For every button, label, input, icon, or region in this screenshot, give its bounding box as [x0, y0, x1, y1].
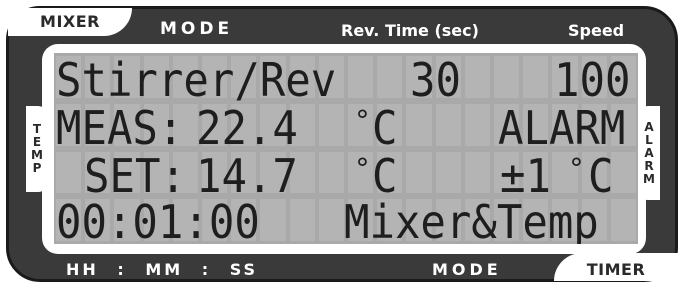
lcd-operating-mode: Mixer&Temp: [344, 195, 599, 244]
lcd-char-cell: [435, 103, 461, 146]
mixer-tab: MIXER: [8, 8, 132, 36]
lcd-alarm-status: ALARM: [498, 101, 626, 155]
lcd-char-cell: [318, 151, 344, 194]
lcd-char-cell: [494, 56, 520, 98]
lcd-char-cell: [348, 56, 374, 98]
lcd-alarm-band: ±1: [500, 149, 551, 203]
rev-time-label: Rev. Time (sec): [341, 21, 479, 40]
mode-label-bottom: MODE: [432, 260, 502, 279]
lcd-char-cell: [318, 199, 344, 241]
speed-label: Speed: [568, 21, 625, 40]
mode-label-top: MODE: [160, 19, 234, 39]
lcd-char-cell: [406, 151, 432, 194]
lcd-alarm-unit: C: [588, 149, 614, 203]
lcd-char-cell: [523, 56, 549, 98]
time-format-label: HH : MM : SS: [66, 260, 259, 279]
lcd-set-value: 14.7: [196, 149, 298, 203]
lcd-char-cell: [56, 151, 82, 194]
lcd-char-cell: [318, 103, 344, 146]
timer-tab: TIMER: [554, 253, 678, 281]
lcd-char-cell: [377, 56, 403, 98]
lcd-rev-time-value: 30: [410, 53, 461, 107]
lcd-char-cell: [435, 151, 461, 194]
lcd-char-cell: [406, 103, 432, 146]
lcd-char-cell: [289, 199, 315, 241]
alarm-side-label: A L A R M: [638, 106, 660, 200]
alarm-letter: M: [643, 171, 655, 186]
lcd-display: Stirrer/Rev 30 100 MEAS: 22.4 ° C ALARM …: [54, 53, 638, 244]
lcd-alarm-degree: °: [568, 152, 585, 185]
lcd-set-label: SET:: [84, 149, 186, 203]
temp-side-label: T E M P: [26, 106, 48, 192]
lcd-char-cell: [610, 199, 636, 241]
temp-letter: P: [32, 161, 42, 175]
lcd-meas-unit: C: [372, 101, 398, 155]
timer-tab-label: TIMER: [586, 259, 646, 279]
lcd-char-cell: [464, 151, 490, 194]
lcd-meas-degree: °: [354, 104, 371, 137]
alarm-letter: L: [645, 132, 653, 147]
lcd-char-cell: [464, 56, 490, 98]
alarm-letter: A: [644, 119, 654, 134]
alarm-letter: R: [644, 158, 654, 173]
lcd-char-cell: [260, 199, 286, 241]
lcd-mode-value: Stirrer/Rev: [56, 53, 337, 107]
lcd-char-cell: [464, 103, 490, 146]
lcd-meas-value: 22.4: [196, 101, 298, 155]
mixer-tab-label: MIXER: [40, 11, 100, 31]
lcd-timer-value: 00:01:00: [56, 195, 260, 244]
lcd-speed-value: 100: [554, 53, 631, 107]
lcd-meas-label: MEAS:: [56, 101, 184, 155]
lcd-set-degree: °: [354, 152, 371, 185]
lcd-char-cell: [610, 151, 636, 194]
alarm-letter: A: [644, 145, 654, 160]
lcd-set-unit: C: [372, 149, 398, 203]
